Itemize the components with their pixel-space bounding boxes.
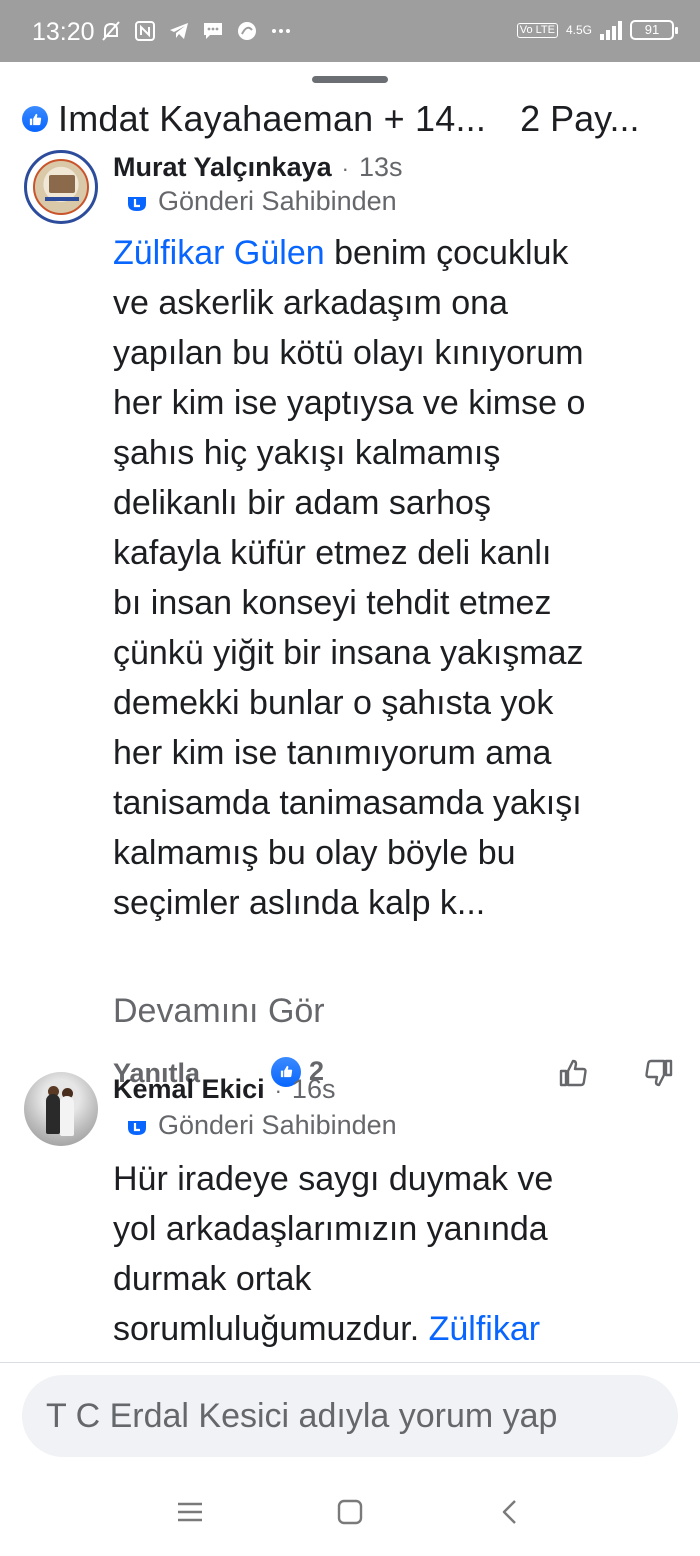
reactions-header[interactable]: Imdat Kayahaeman + 14... 2 Pay...: [22, 96, 680, 142]
downvote-icon[interactable]: [642, 1056, 676, 1090]
author-badge-icon: [126, 1115, 148, 1137]
mention-link[interactable]: Zülfikar Gülen: [113, 234, 325, 272]
app-notification-icon: [236, 20, 258, 42]
status-time: 13:20: [32, 18, 95, 46]
comment-body: Hür iradeye saygı duymak ve yol arkadaşl…: [113, 1154, 688, 1354]
author-badge-label: Gönderi Sahibinden: [158, 1110, 397, 1140]
comment-body: Zülfikar Gülen benim çocukluk ve askerli…: [113, 228, 688, 928]
back-icon[interactable]: [492, 1494, 528, 1530]
signal-icon: [600, 20, 622, 40]
avatar[interactable]: [24, 1072, 98, 1146]
author-badge-label: Gönderi Sahibinden: [158, 186, 397, 216]
comment-author[interactable]: Kemal Ekici: [113, 1074, 265, 1105]
author-badge: Gönderi Sahibinden: [126, 186, 397, 217]
upvote-icon[interactable]: [556, 1056, 590, 1090]
system-nav-bar: [0, 1468, 700, 1556]
comment-text: benim çocukluk ve askerlik arkadaşım ona…: [113, 234, 586, 922]
separator-dot: ·: [274, 1078, 282, 1103]
status-bar: 13:20 Vo LTE 4.5G 91: [0, 0, 700, 62]
system-status: Vo LTE 4.5G 91: [516, 20, 678, 40]
notification-icons: [100, 20, 292, 42]
comments-sheet: Imdat Kayahaeman + 14... 2 Pay... Murat …: [0, 62, 700, 1362]
mention-link[interactable]: Zülfikar: [429, 1310, 540, 1348]
shares-summary[interactable]: 2 Pay...: [520, 98, 639, 140]
separator-dot: ·: [341, 156, 349, 181]
comment-time: 13s: [358, 152, 403, 182]
telegram-icon: [168, 20, 190, 42]
home-icon[interactable]: [332, 1494, 368, 1530]
see-more-link[interactable]: Devamını Gör: [113, 992, 325, 1031]
comment-composer-bar: T C Erdal Kesici adıyla yorum yap: [0, 1362, 700, 1468]
volte-badge: Vo LTE: [516, 22, 558, 38]
comment-meta: Murat Yalçınkaya · 13s: [113, 152, 403, 183]
comment-meta: Kemal Ekici · 16s: [113, 1074, 335, 1105]
comment-input[interactable]: T C Erdal Kesici adıyla yorum yap: [22, 1375, 678, 1457]
avatar[interactable]: [24, 150, 98, 224]
comment-author[interactable]: Murat Yalçınkaya: [113, 152, 332, 183]
author-badge-icon: [126, 191, 148, 213]
nfc-icon: [134, 20, 156, 42]
comment-time: 16s: [291, 1074, 336, 1104]
more-notifications-icon: [270, 20, 292, 42]
sheet-drag-handle[interactable]: [312, 76, 388, 83]
reactors-summary[interactable]: Imdat Kayahaeman + 14...: [58, 98, 486, 140]
menu-icon[interactable]: [172, 1494, 208, 1530]
muted-bell-icon: [100, 20, 122, 42]
message-icon: [202, 20, 224, 42]
network-type: 4.5G: [565, 23, 592, 37]
author-badge: Gönderi Sahibinden: [126, 1110, 397, 1141]
like-reaction-icon: [22, 106, 48, 132]
battery-icon: 91: [630, 20, 678, 40]
